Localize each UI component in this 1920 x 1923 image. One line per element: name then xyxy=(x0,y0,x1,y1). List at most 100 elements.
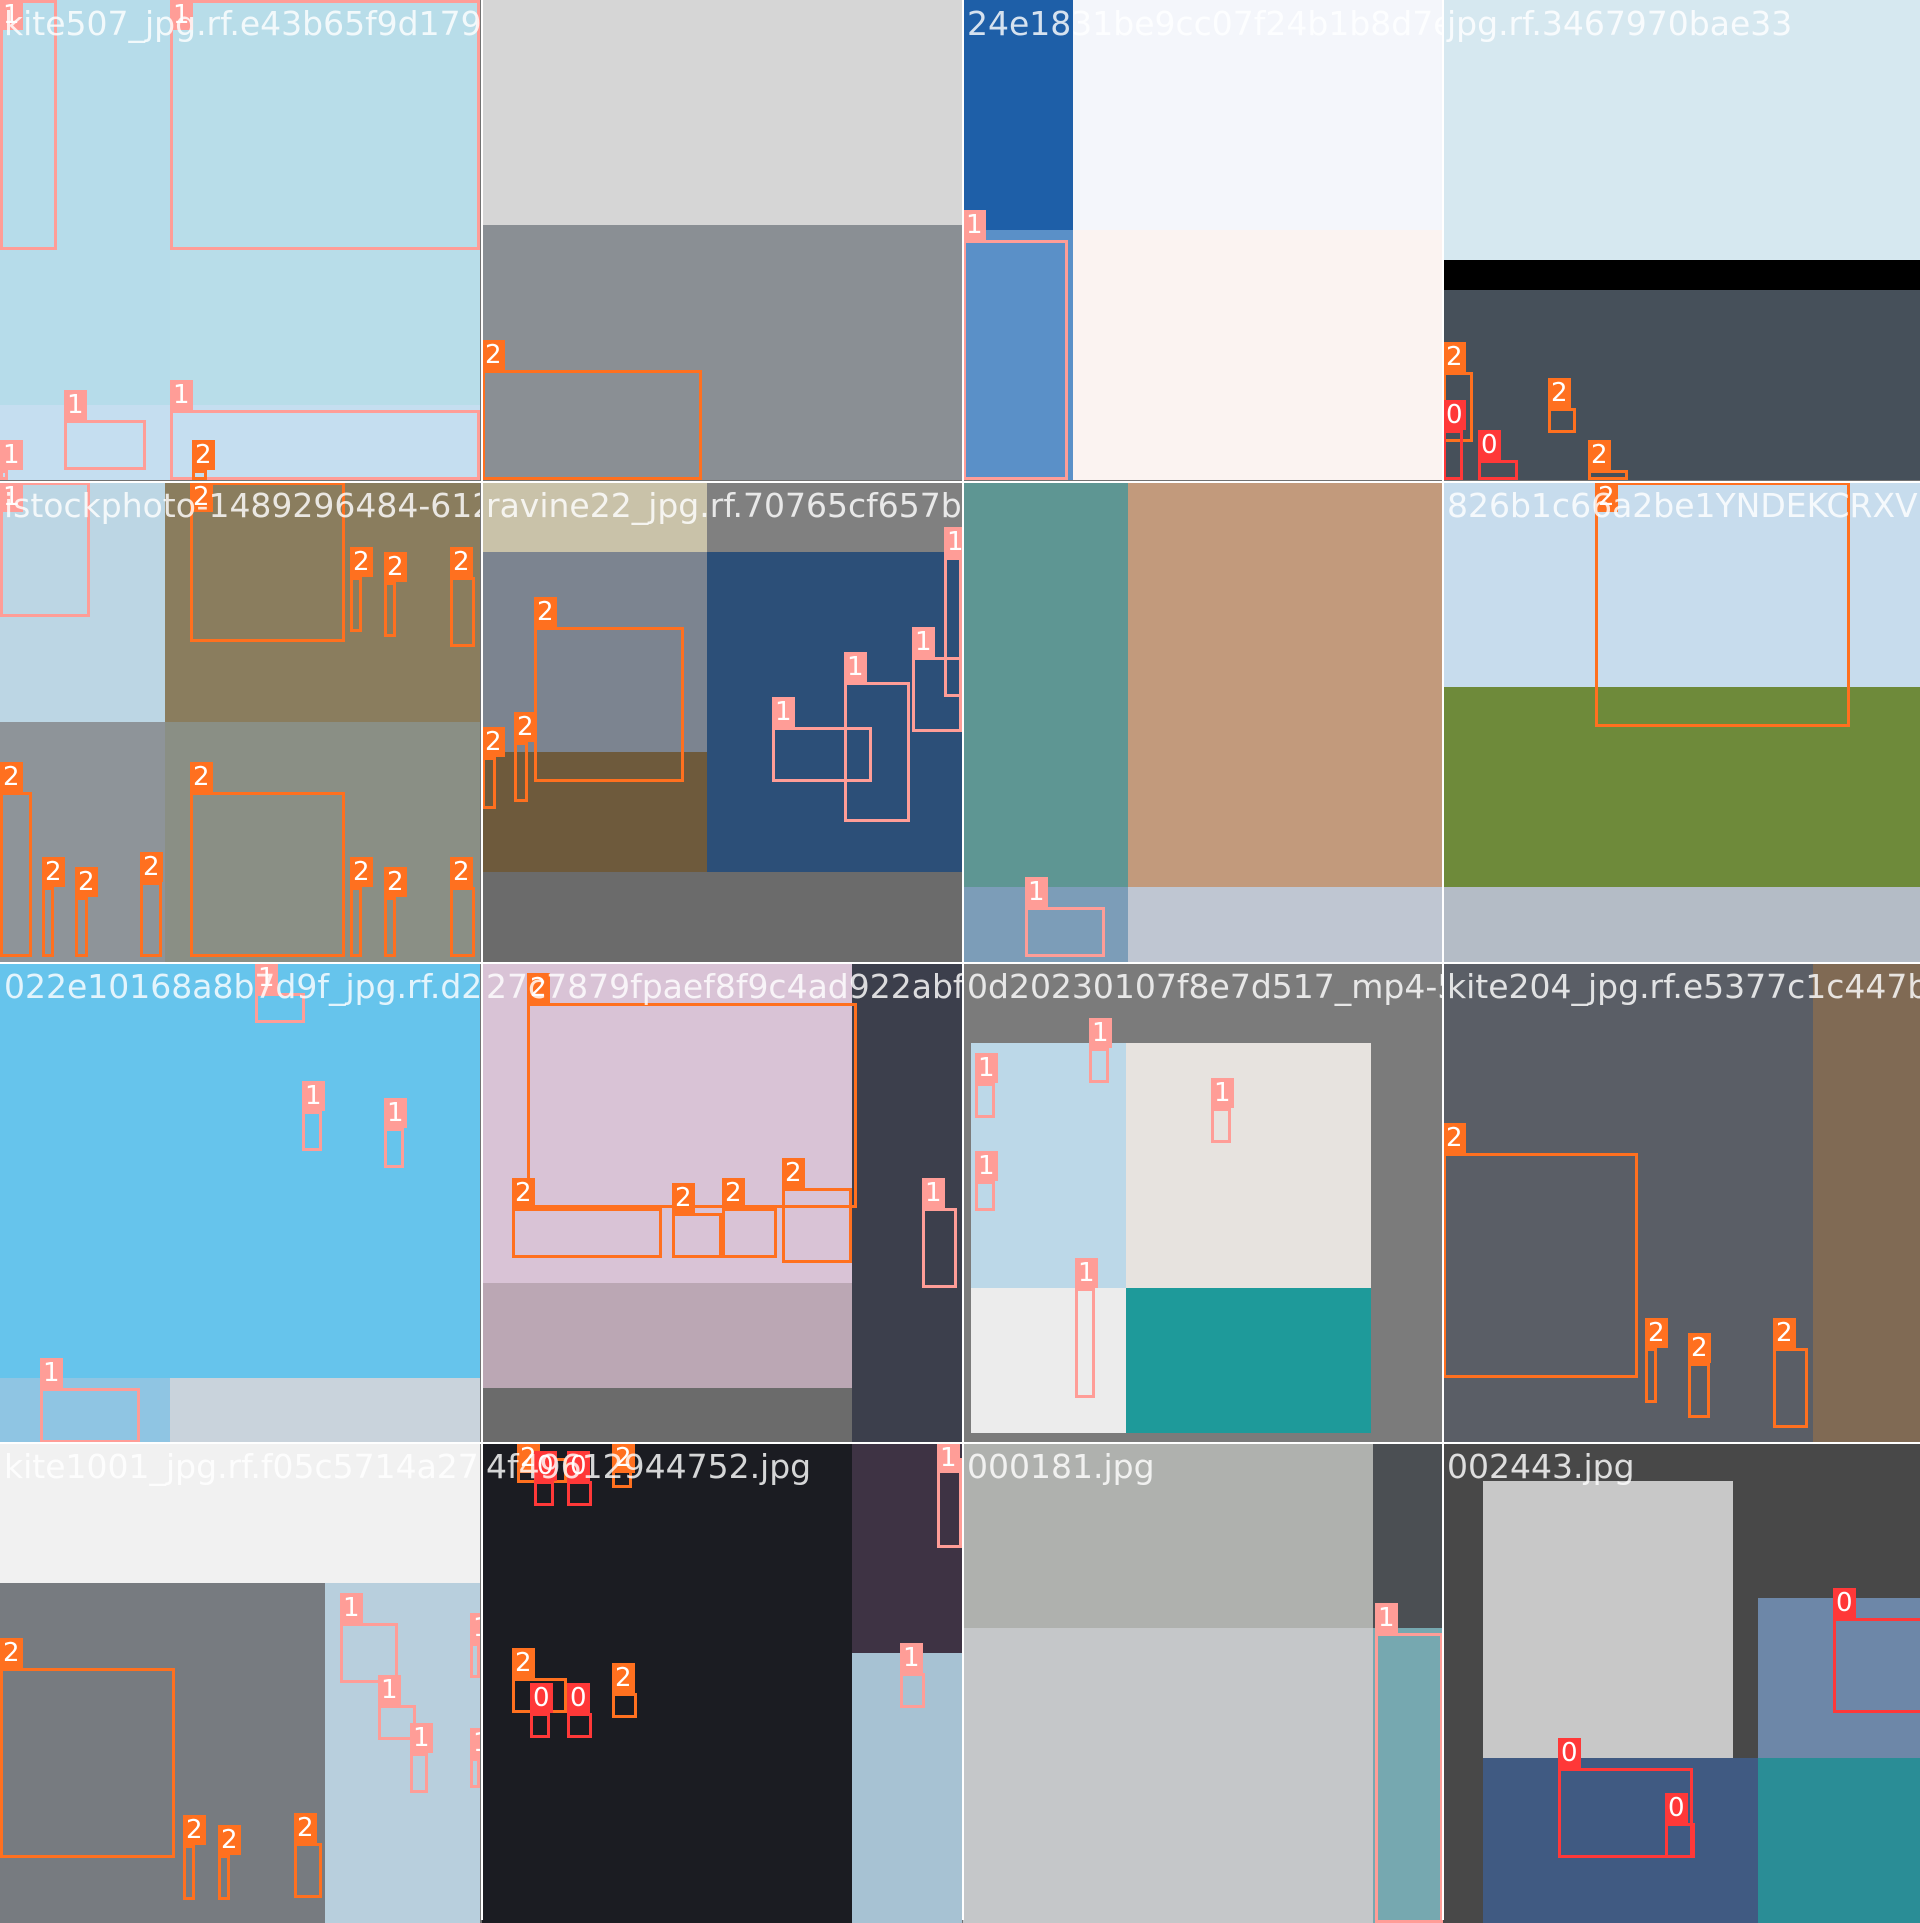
class-label: 2 xyxy=(384,552,407,582)
class-label: 1 xyxy=(1375,1603,1398,1633)
class-label: 0 xyxy=(1478,430,1501,460)
detection-box-class-2 xyxy=(450,887,475,957)
tile-09: 1 1 1 1 022e10168a8b7d9f_jpg.rf.d27 xyxy=(0,963,480,1443)
tile-divider xyxy=(0,481,1920,483)
detection-box-class-1 xyxy=(470,1758,480,1788)
detection-box-class-1 xyxy=(340,1623,398,1683)
photo-region xyxy=(1128,887,1443,962)
detection-box-class-1 xyxy=(40,1388,140,1443)
detection-box-class-1 xyxy=(470,1643,480,1678)
class-label: 2 xyxy=(350,857,373,887)
class-label: 2 xyxy=(527,973,550,1003)
detection-box-class-1 xyxy=(975,1181,995,1211)
detection-box-class-1 xyxy=(0,0,57,250)
class-label: 0 xyxy=(1833,1588,1856,1618)
class-label: 1 xyxy=(384,1098,407,1128)
photo-region xyxy=(1128,482,1443,887)
detection-box-class-2 xyxy=(722,1208,777,1258)
class-label: 2 xyxy=(350,547,373,577)
class-label: 2 xyxy=(450,857,473,887)
detection-box-class-2 xyxy=(1588,470,1628,480)
detection-box-class-2 xyxy=(42,887,54,957)
detection-box-class-2 xyxy=(294,1843,322,1898)
tile-01: 111112kite507_jpg.rf.e43b65f9d1793288adf… xyxy=(0,0,480,480)
tile-11: 111110d20230107f8e7d517_mp4-5_jpg.rf.e xyxy=(963,963,1443,1443)
class-label: 1 xyxy=(1089,1018,1112,1048)
photo-region xyxy=(971,1288,1126,1433)
tile-12: 2 2 2 2 kite204_jpg.rf.e5377c1c447bc xyxy=(1443,963,1920,1443)
tile-05: 1222222222222istockphoto-1489296484-612x… xyxy=(0,482,480,962)
detection-box-class-2 xyxy=(1773,1348,1808,1428)
class-label: 2 xyxy=(672,1183,695,1213)
class-label: 2 xyxy=(294,1813,317,1843)
class-label: 1 xyxy=(900,1643,923,1673)
detection-box-class-2 xyxy=(384,897,396,957)
class-label: 2 xyxy=(1645,1318,1668,1348)
class-label: 2 xyxy=(0,1638,23,1668)
tile-divider xyxy=(1442,0,1444,1920)
tile-13: 222211111kite1001_jpg.rf.f05c5714a274 xyxy=(0,1443,480,1923)
class-label: 2 xyxy=(782,1158,805,1188)
class-label: 2 xyxy=(384,867,407,897)
detection-box-class-1 xyxy=(170,410,480,480)
class-label: 2 xyxy=(1588,440,1611,470)
photo-region xyxy=(1813,963,1920,1443)
class-label: 1 xyxy=(170,380,193,410)
tile-divider xyxy=(0,962,1920,964)
detection-box-class-1 xyxy=(1089,1048,1109,1083)
detection-box-class-1 xyxy=(302,1111,322,1151)
class-label: 2 xyxy=(1595,482,1618,512)
class-label: 1 xyxy=(844,652,867,682)
detection-box-class-0 xyxy=(567,1481,592,1506)
class-label: 1 xyxy=(255,963,278,993)
photo-region xyxy=(0,1443,480,1583)
class-label: 2 xyxy=(190,482,213,512)
class-label: 1 xyxy=(1075,1258,1098,1288)
detection-box-class-1 xyxy=(900,1673,925,1708)
photo-region xyxy=(963,482,1128,887)
class-label: 1 xyxy=(470,1613,480,1643)
photo-region xyxy=(1073,0,1443,230)
class-label: 1 xyxy=(40,1358,63,1388)
photo-region xyxy=(482,1283,852,1388)
tile-02: 2 xyxy=(482,0,962,480)
photo-region xyxy=(1073,230,1443,480)
class-label: 2 xyxy=(1773,1318,1796,1348)
class-label: 2 xyxy=(1548,378,1571,408)
photo-region xyxy=(1443,260,1920,290)
photo-region xyxy=(963,1443,1373,1628)
photo-region xyxy=(1126,1288,1371,1433)
photo-region xyxy=(170,1378,480,1443)
tile-06: 2221111ravine22_jpg.rf.70765cf657bdde310… xyxy=(482,482,962,962)
class-label: 2 xyxy=(1443,342,1466,372)
tile-07: 1 xyxy=(963,482,1443,962)
class-label: 1 xyxy=(1211,1078,1234,1108)
mosaic-grid: 111112kite507_jpg.rf.e43b65f9d1793288adf… xyxy=(0,0,1920,1923)
detection-box-class-2 xyxy=(672,1213,722,1258)
photo-region xyxy=(963,1628,1373,1923)
detection-box-class-2 xyxy=(190,792,345,957)
class-label: 2 xyxy=(42,857,65,887)
class-label: 0 xyxy=(1558,1738,1581,1768)
class-label: 2 xyxy=(75,867,98,897)
class-label: 2 xyxy=(190,762,213,792)
detection-box-class-1 xyxy=(170,0,480,250)
detection-box-class-1 xyxy=(384,1128,404,1168)
detection-box-class-2 xyxy=(1548,408,1576,433)
photo-region xyxy=(1373,1443,1443,1628)
class-label: 1 xyxy=(0,440,23,470)
detection-box-class-0 xyxy=(567,1713,592,1738)
photo-region xyxy=(963,0,1073,230)
detection-box-class-0 xyxy=(1833,1618,1920,1713)
class-label: 2 xyxy=(612,1443,635,1473)
photo-region xyxy=(0,963,480,1378)
tile-divider xyxy=(962,0,964,1920)
class-label: 1 xyxy=(302,1081,325,1111)
class-label: 1 xyxy=(975,1151,998,1181)
detection-box-class-2 xyxy=(512,1208,662,1258)
detection-box-class-1 xyxy=(975,1083,995,1118)
photo-region xyxy=(852,963,962,1443)
class-label: 2 xyxy=(612,1663,635,1693)
detection-box-class-2 xyxy=(75,897,88,957)
class-label: 0 xyxy=(530,1683,553,1713)
